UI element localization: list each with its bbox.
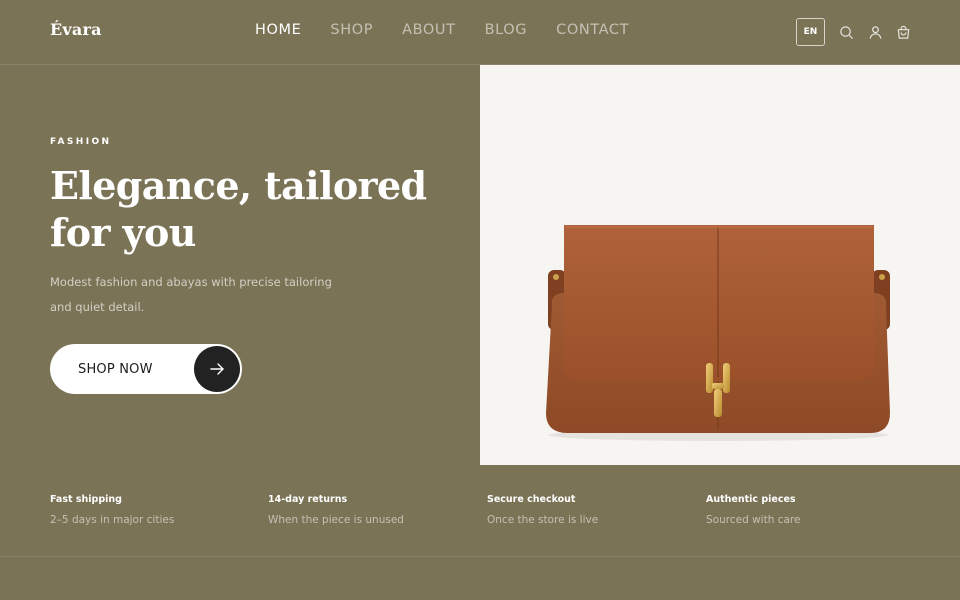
language-button[interactable]: EN (796, 18, 825, 46)
arrow-right-icon (194, 346, 240, 392)
nav-item-blog[interactable]: BLOG (485, 22, 528, 38)
nav-item-shop[interactable]: SHOP (330, 22, 373, 38)
features-strip: Fast shipping 2–5 days in major cities 1… (0, 465, 960, 557)
feature-description: 2–5 days in major cities (50, 514, 175, 526)
nav-item-home[interactable]: HOME (255, 22, 301, 38)
feature-title: Fast shipping (50, 494, 122, 505)
shop-now-button[interactable]: SHOP NOW (50, 344, 242, 394)
search-icon[interactable] (838, 24, 854, 40)
user-icon[interactable] (867, 24, 883, 40)
feature-description: Sourced with care (706, 514, 801, 526)
feature-description: When the piece is unused (268, 514, 404, 526)
brand-logo[interactable]: Évara (50, 20, 102, 39)
nav-item-contact[interactable]: CONTACT (556, 22, 629, 38)
feature-title: Authentic pieces (706, 494, 796, 505)
feature-item: Fast shipping 2–5 days in major cities (50, 494, 174, 526)
nav-item-about[interactable]: ABOUT (402, 22, 456, 38)
hero-product-image (480, 65, 960, 465)
handbag-illustration (546, 225, 890, 441)
feature-item: Authentic pieces Sourced with care (706, 494, 800, 526)
hero-title: Elegance, tailored for you (50, 163, 427, 255)
feature-item: Secure checkout Once the store is live (487, 494, 598, 526)
main-nav: HOME SHOP ABOUT BLOG CONTACT (255, 22, 629, 38)
shop-now-label: SHOP NOW (78, 361, 153, 377)
cart-icon[interactable] (895, 24, 911, 40)
hero-eyebrow: FASHION (50, 137, 112, 147)
feature-title: 14-day returns (268, 494, 348, 505)
site-header: Évara HOME SHOP ABOUT BLOG CONTACT EN (0, 0, 960, 65)
feature-description: Once the store is live (487, 514, 599, 526)
hero-subtitle: Modest fashion and abayas with precise t… (50, 275, 332, 314)
feature-title: Secure checkout (487, 494, 576, 505)
feature-item: 14-day returns When the piece is unused (268, 494, 404, 526)
